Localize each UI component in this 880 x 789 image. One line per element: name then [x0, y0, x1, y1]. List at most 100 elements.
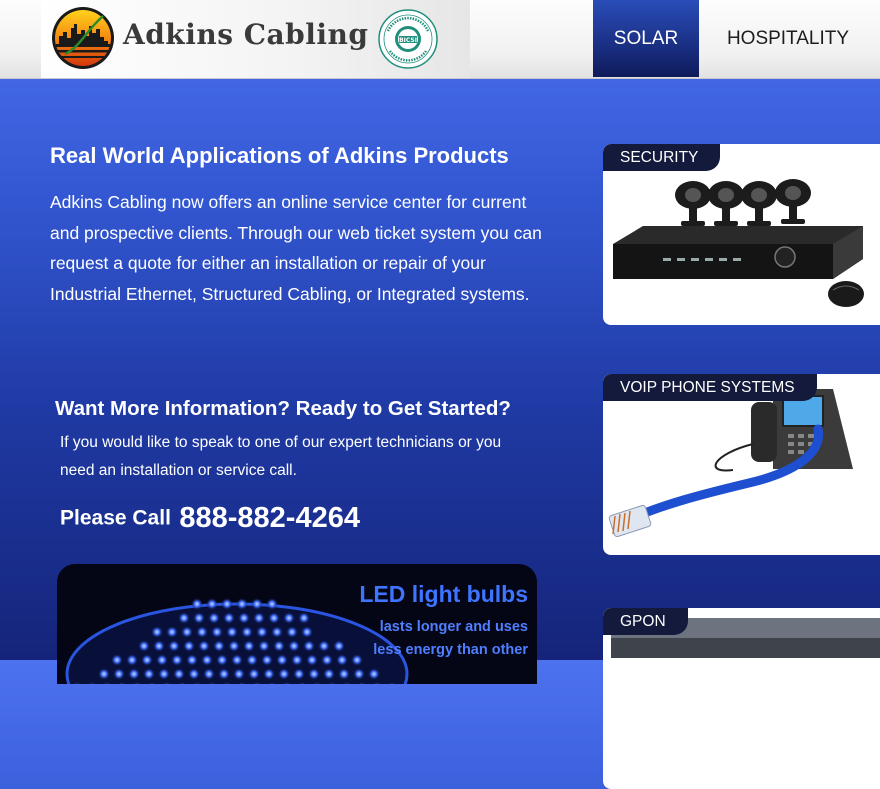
led-dot [141, 654, 153, 666]
card-voip-phone-systems[interactable]: VOIP PHONE SYSTEMS [603, 374, 880, 555]
led-dot [276, 654, 288, 666]
led-dot [198, 640, 210, 652]
led-dot [211, 626, 223, 638]
led-dot [156, 654, 168, 666]
led-dot [233, 668, 245, 680]
led-dot [253, 612, 265, 624]
led-dot [273, 640, 285, 652]
led-dot [268, 612, 280, 624]
site-header: Adkins Cabling BICSI SOLAR HOSPITALITY [0, 0, 880, 79]
info-paragraph: If you would like to speak to one of our… [60, 434, 502, 479]
led-dot [308, 668, 320, 680]
nav-tab-solar[interactable]: SOLAR [593, 0, 699, 77]
led-dot [236, 598, 248, 610]
adkins-logo-icon [52, 7, 114, 69]
led-dot [138, 640, 150, 652]
nav-tab-hospitality[interactable]: HOSPITALITY [712, 0, 864, 77]
led-dot [208, 612, 220, 624]
led-dot [291, 654, 303, 666]
led-dot [168, 640, 180, 652]
led-promo-line-2: less energy than other [373, 642, 528, 658]
led-dot [111, 654, 123, 666]
led-dot [98, 668, 110, 680]
led-dot [258, 640, 270, 652]
led-dot [323, 668, 335, 680]
led-dot [368, 668, 380, 680]
led-dot [248, 668, 260, 680]
led-dot [206, 598, 218, 610]
led-dot [216, 654, 228, 666]
led-dot [283, 612, 295, 624]
led-dot [333, 640, 345, 652]
led-dot [266, 598, 278, 610]
brand-logo-link[interactable]: Adkins Cabling BICSI [41, 0, 470, 78]
led-dot [158, 668, 170, 680]
led-dot [213, 640, 225, 652]
led-dot [288, 640, 300, 652]
security-camera-dvr-image [613, 179, 864, 307]
card-gpon[interactable]: GPON [603, 608, 880, 789]
led-promo-line-1: lasts longer and uses [379, 619, 528, 635]
ip-phone-ethernet-cable-image [608, 389, 853, 538]
led-dot [126, 654, 138, 666]
led-dot [223, 612, 235, 624]
led-dot [261, 654, 273, 666]
page-heading: Real World Applications of Adkins Produc… [50, 143, 509, 168]
led-dot [256, 626, 268, 638]
led-dot [178, 612, 190, 624]
led-dot [298, 612, 310, 624]
led-dot [293, 668, 305, 680]
led-dot [338, 668, 350, 680]
led-dot [351, 654, 363, 666]
phone-number-link[interactable]: 888-882-4264 [179, 502, 360, 534]
led-dot [171, 654, 183, 666]
led-dot [113, 668, 125, 680]
led-dot [128, 668, 140, 680]
led-dot [151, 626, 163, 638]
led-dot [193, 612, 205, 624]
card-voip-label: VOIP PHONE SYSTEMS [603, 374, 817, 401]
led-dot [186, 654, 198, 666]
card-security-label: SECURITY [603, 144, 721, 171]
card-security[interactable]: SECURITY [603, 144, 880, 325]
led-dot [143, 668, 155, 680]
led-dot [203, 668, 215, 680]
led-dot [173, 668, 185, 680]
led-dot [306, 654, 318, 666]
gpon-equipment-image [611, 618, 880, 658]
led-promo-banner[interactable]: LED light bulbs lasts longer and uses le… [57, 564, 537, 684]
svg-text:BICSI: BICSI [399, 37, 417, 44]
led-dot [188, 668, 200, 680]
led-dot [278, 668, 290, 680]
led-dot [221, 598, 233, 610]
led-dot [353, 668, 365, 680]
led-dot [228, 640, 240, 652]
intro-paragraph: Adkins Cabling now offers an online serv… [50, 192, 542, 305]
call-label: Please Call [60, 506, 171, 530]
led-dot [183, 640, 195, 652]
led-dot [241, 626, 253, 638]
led-dot [336, 654, 348, 666]
led-dot [271, 626, 283, 638]
led-promo-text: lasts longer and uses less energy than o… [373, 616, 528, 662]
led-dot [246, 654, 258, 666]
led-dot [231, 654, 243, 666]
led-dot [196, 626, 208, 638]
bicsi-badge-icon: BICSI [378, 9, 438, 69]
led-dot [218, 668, 230, 680]
led-promo-title: LED light bulbs [359, 581, 528, 607]
led-dot [263, 668, 275, 680]
led-dot [301, 626, 313, 638]
led-dot [226, 626, 238, 638]
led-dot [243, 640, 255, 652]
led-dot [251, 598, 263, 610]
led-dot [166, 626, 178, 638]
led-dot [191, 598, 203, 610]
led-dot [201, 654, 213, 666]
brand-name: Adkins Cabling [123, 18, 369, 51]
led-dot [318, 640, 330, 652]
led-dot [286, 626, 298, 638]
card-gpon-label: GPON [603, 608, 688, 635]
led-dot [321, 654, 333, 666]
info-heading: Want More Information? Ready to Get Star… [55, 397, 511, 420]
